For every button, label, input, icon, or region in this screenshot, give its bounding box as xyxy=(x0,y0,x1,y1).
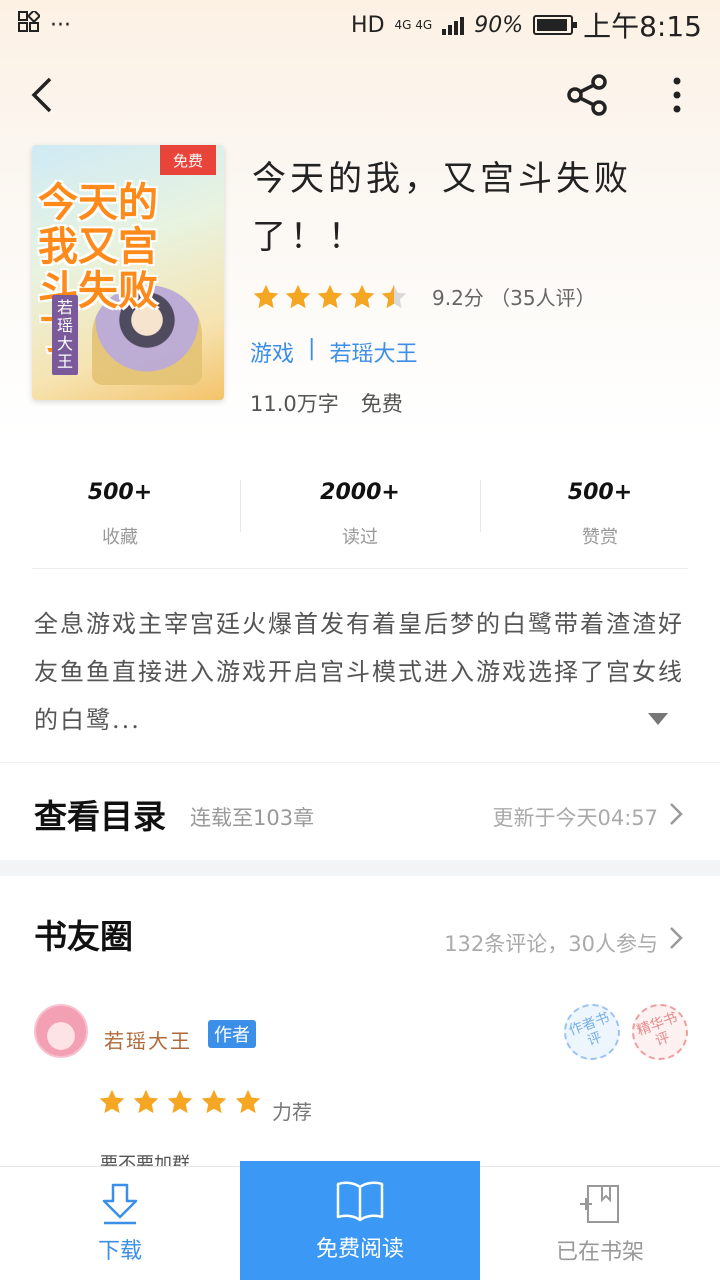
download-label: 下载 xyxy=(97,1239,142,1264)
author-review-stamp: 作者书评 xyxy=(556,996,628,1068)
catalog-chapter-count: 连载至103章 xyxy=(190,806,315,830)
nav-bar xyxy=(0,60,720,130)
status-bar: ··· HD 4G 4G 90% 上午8:15 xyxy=(0,0,720,50)
share-button[interactable] xyxy=(562,70,612,120)
catalog-title: 查看目录 xyxy=(34,797,166,836)
stat-label: 收藏 xyxy=(102,527,138,548)
book-circle-title: 书友圈 xyxy=(34,917,133,956)
open-book-icon xyxy=(336,1181,384,1222)
review-text: 力荐 xyxy=(272,1100,312,1124)
battery-icon xyxy=(533,15,578,35)
more-button[interactable] xyxy=(652,70,702,120)
stat-rewards[interactable]: 500+ 赞赏 xyxy=(480,470,720,570)
free-read-button[interactable]: 免费阅读 xyxy=(240,1161,480,1280)
author-badge: 作者 xyxy=(208,1020,256,1048)
price-label: 免费 xyxy=(360,392,403,416)
stat-label: 赞赏 xyxy=(582,527,618,548)
share-icon xyxy=(567,74,607,116)
stat-reads[interactable]: 2000+ 读过 xyxy=(240,470,480,570)
category-link[interactable]: 游戏 xyxy=(250,336,294,368)
network-label: HD xyxy=(351,12,385,38)
download-button[interactable]: 下载 xyxy=(0,1167,240,1280)
app-grid-icon xyxy=(18,8,42,39)
free-read-label: 免费阅读 xyxy=(315,1237,404,1262)
star-icon xyxy=(285,284,311,308)
stat-value: 500+ xyxy=(87,480,153,505)
signal-type-label: 4G 4G xyxy=(394,18,433,32)
bookshelf-button[interactable]: 已在书架 xyxy=(480,1167,720,1280)
rating-text: 9.2分 （35人评） xyxy=(432,286,596,310)
section-separator xyxy=(0,860,720,876)
book-title: 今天的我，又宫斗失败了！！ xyxy=(252,159,632,257)
catalog-update-time: 更新于今天04:57 xyxy=(492,806,658,830)
signal-icon xyxy=(442,15,465,35)
more-vertical-icon xyxy=(673,77,681,113)
status-left: ··· xyxy=(18,8,71,39)
rating-row: 9.2分 （35人评） xyxy=(252,282,596,311)
chevron-right-icon xyxy=(670,803,683,825)
clock: 上午8:15 xyxy=(583,10,702,43)
author-link[interactable]: 若瑶大王 xyxy=(329,336,417,368)
review-author-name[interactable]: 若瑶大王 xyxy=(104,1025,192,1054)
divider xyxy=(0,762,720,763)
back-button[interactable] xyxy=(16,70,66,120)
bookshelf-label: 已在书架 xyxy=(555,1240,644,1265)
star-icon xyxy=(167,1089,193,1114)
stats-row: 500+ 收藏 2000+ 读过 500+ 赞赏 xyxy=(0,470,720,570)
tags-row: 游戏 | 若瑶大王 xyxy=(250,336,417,368)
chevron-left-icon xyxy=(31,77,52,113)
stat-value: 2000+ xyxy=(320,480,400,505)
expand-description-button[interactable] xyxy=(648,710,668,725)
stat-label: 读过 xyxy=(342,527,378,548)
more-notifications-icon: ··· xyxy=(50,12,71,38)
battery-percent: 90% xyxy=(474,12,524,38)
star-icon xyxy=(201,1089,227,1114)
cover-author: 若瑶大王 xyxy=(52,295,78,375)
stat-favorites[interactable]: 500+ 收藏 xyxy=(0,470,240,570)
tag-separator: | xyxy=(308,336,316,361)
featured-review-stamp: 精华书评 xyxy=(624,996,696,1068)
rating-stars xyxy=(252,283,408,311)
book-description: 全息游戏主宰宫廷火爆首发有着皇后梦的白鹭带着渣渣好友鱼鱼直接进入游戏开启宫斗模式… xyxy=(34,610,684,734)
star-icon xyxy=(133,1089,159,1114)
catalog-row[interactable]: 查看目录 连载至103章 更新于今天04:57 xyxy=(0,780,720,850)
star-icon xyxy=(381,284,407,308)
divider xyxy=(32,568,688,569)
bottom-bar: 下载 免费阅读 已在书架 xyxy=(0,1161,720,1280)
stat-value: 500+ xyxy=(567,480,633,505)
review-rating-stars xyxy=(98,1088,262,1116)
avatar[interactable] xyxy=(34,1004,88,1058)
bookshelf-add-icon xyxy=(580,1185,619,1223)
star-icon xyxy=(317,284,343,308)
word-count: 11.0万字 xyxy=(250,392,339,416)
triangle-down-icon xyxy=(648,713,668,725)
status-right: HD 4G 4G 90% 上午8:15 xyxy=(351,5,702,45)
download-icon xyxy=(102,1183,138,1225)
book-cover[interactable]: 今天的我又宫斗失败了 若瑶大王 免费 xyxy=(32,145,224,400)
star-icon xyxy=(99,1089,125,1114)
star-icon xyxy=(349,284,375,308)
chevron-right-icon[interactable] xyxy=(666,926,686,950)
star-icon xyxy=(253,284,279,308)
words-row: 11.0万字 免费 xyxy=(250,388,403,418)
star-icon xyxy=(235,1089,261,1114)
cover-free-badge: 免费 xyxy=(160,145,216,175)
book-circle-meta[interactable]: 132条评论，30人参与 xyxy=(444,928,658,958)
